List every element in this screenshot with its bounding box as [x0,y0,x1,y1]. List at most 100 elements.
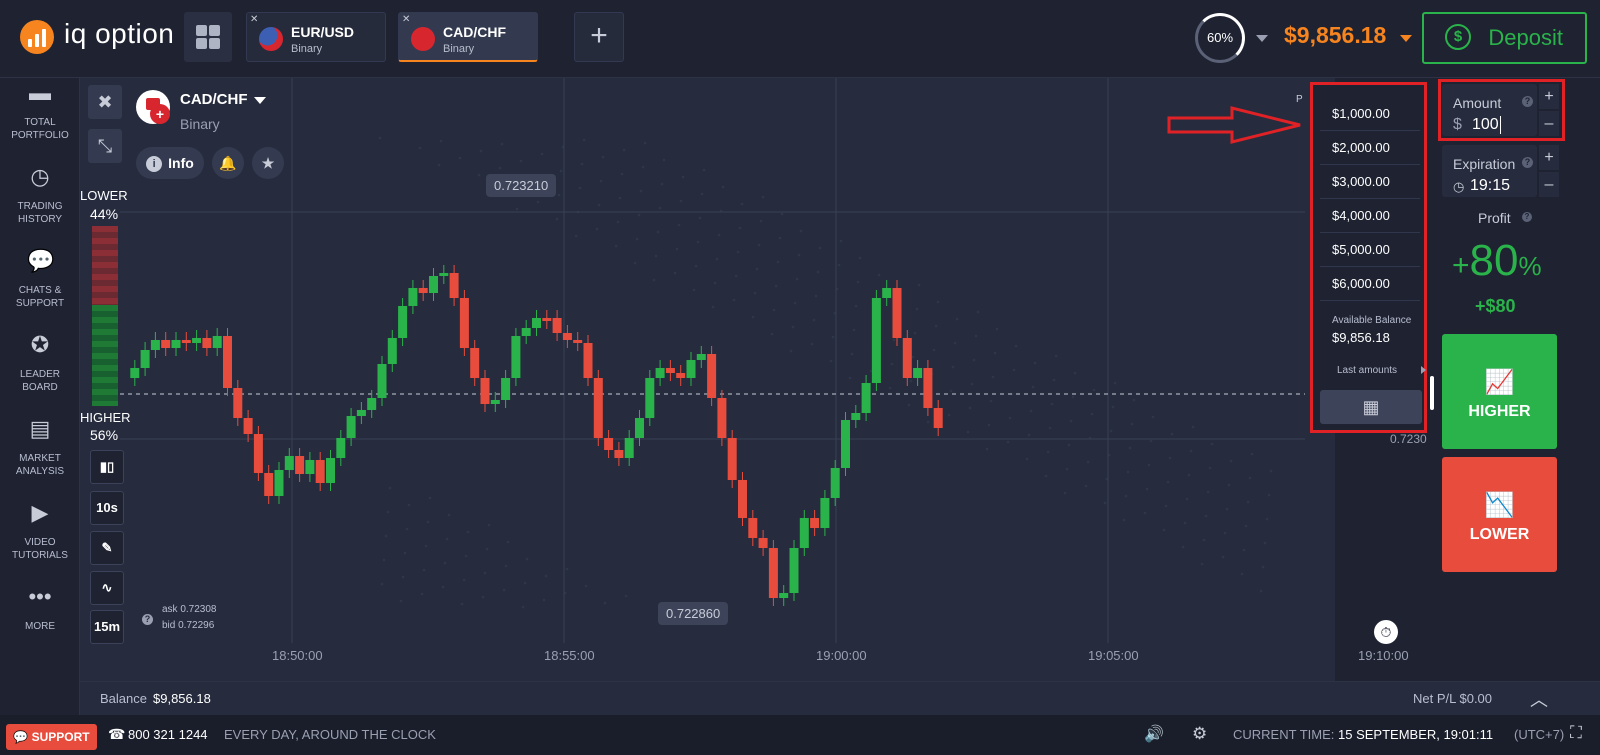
amount-option[interactable]: $3,000.00 [1320,165,1420,199]
sidebar-item-leaderboard[interactable]: ✪ LEADER BOARD [0,332,80,394]
current-time-label: CURRENT TIME: [1233,727,1335,742]
asset-chevron-down-icon[interactable] [254,97,266,104]
candle-body [861,383,871,413]
wave-icon: ∿ [101,580,113,595]
map-dot [770,332,774,336]
map-dot [751,315,755,319]
medal-icon: ✪ [30,332,50,357]
tab-type: Binary [291,43,323,55]
candle-body [367,398,377,410]
help-icon[interactable]: ? [1522,157,1533,168]
map-dot [738,226,742,230]
candle-body [768,548,778,598]
map-dot [1210,442,1214,446]
candle-body [902,338,912,378]
expiration-increase-button[interactable]: + [1539,145,1559,170]
profit-label: Profit [1478,210,1511,226]
minimize-chart-button[interactable]: ⤡ [88,129,122,163]
sidebar-item-market-analysis[interactable]: ▤ MARKET ANALYSIS [0,418,80,478]
asset-name[interactable]: CAD/CHF [180,91,248,108]
chevron-up-icon[interactable]: ︿ [1530,686,1548,712]
map-dot [679,199,683,203]
map-dot [789,349,793,353]
map-dot [1052,378,1056,382]
grid-icon [196,25,207,36]
amount-option[interactable]: $5,000.00 [1320,233,1420,267]
sidebar-item-history[interactable]: ◷ TRADING HISTORY [0,166,80,226]
balance-chevron-down-icon[interactable] [1400,35,1412,42]
timeframe-button[interactable]: 10s [90,491,124,525]
map-dot [772,308,776,312]
map-dot [614,244,618,248]
map-dot [715,257,719,261]
time-axis-label: 18:50:00 [272,648,323,663]
map-dot [382,558,386,562]
candle-body [439,273,449,276]
plus-icon: + [1544,149,1554,166]
map-dot [702,168,706,172]
draw-tools-button[interactable]: ✎ [90,531,124,565]
map-dot [1162,528,1166,532]
close-tab-icon[interactable]: ✕ [402,14,410,25]
map-dot [500,142,504,146]
map-dot [877,273,881,277]
current-price-axis-label: 0.7230 [1390,432,1427,446]
speaker-icon[interactable]: 🔊 [1144,724,1164,744]
map-dot [907,403,911,407]
amount-option[interactable]: $6,000.00 [1320,267,1420,301]
map-dot [462,578,466,582]
expiration-field[interactable]: Expiration ? ◷ 19:15 [1442,145,1537,197]
last-amounts-link[interactable]: Last amounts [1337,365,1397,376]
fullscreen-icon[interactable]: ⛶ [1570,723,1582,743]
chevron-down-icon[interactable] [1256,35,1268,42]
support-phone[interactable]: 800 321 1244 [128,727,208,742]
chart-type-button[interactable]: ▮▯ [90,450,124,484]
map-dot [993,351,997,355]
quote-help-icon[interactable]: ? [142,614,153,625]
expiration-decrease-button[interactable]: – [1539,172,1559,197]
period-button[interactable]: 15m [90,610,124,644]
amount-option[interactable]: $2,000.00 [1320,131,1420,165]
map-dot [1033,361,1037,365]
indicators-button[interactable]: ∿ [90,571,124,605]
sidebar-item-chat[interactable]: 💬 CHATS & SUPPORT [0,250,80,310]
map-dot [428,496,432,500]
close-chart-button[interactable]: ✖ [88,85,122,119]
sidebar-item-more[interactable]: ••• MORE [0,586,80,633]
map-dot [506,540,510,544]
sidebar-item-portfolio[interactable]: ▬ TOTAL PORTFOLIO [0,82,80,142]
available-balance-value[interactable]: $9,856.18 [1332,330,1390,345]
expiration-value[interactable]: 19:15 [1470,177,1510,195]
map-dot [656,230,660,234]
sidebar-item-video[interactable]: ▶ VIDEO TUTORIALS [0,502,80,562]
header-balance[interactable]: $9,856.18 [1284,22,1386,49]
map-dot [936,300,940,304]
amount-option[interactable]: $4,000.00 [1320,199,1420,233]
lower-button[interactable]: 📉 LOWER [1442,457,1557,572]
candle-body [326,458,335,483]
calculator-button[interactable]: ▦ [1320,390,1422,424]
alerts-button[interactable]: 🔔 [212,147,244,179]
sidebar-item-label: LEADER [19,369,60,380]
map-dot [761,195,765,199]
higher-button[interactable]: 📈 HIGHER [1442,334,1557,449]
support-button[interactable]: 💬 SUPPORT [6,724,97,750]
settings-gear-icon[interactable]: ⚙ [1192,724,1207,744]
info-button[interactable]: i Info [136,147,204,179]
asset-grid-button[interactable] [184,12,232,62]
tab-eurusd[interactable]: ✕ EUR/USD Binary [246,12,386,62]
map-dot [1263,541,1267,545]
tab-cadchf[interactable]: ✕ CAD/CHF Binary [398,12,538,62]
add-asset-button[interactable]: + [574,12,624,62]
map-dot [1242,548,1246,552]
close-tab-icon[interactable]: ✕ [250,14,258,25]
map-dot [890,362,894,366]
amount-option[interactable]: $1,000.00 [1320,97,1420,131]
candle-body [913,368,923,378]
map-dot [620,172,624,176]
help-icon[interactable]: ? [1522,212,1532,222]
map-dot [793,301,797,305]
favorite-button[interactable]: ★ [252,147,284,179]
map-dot [759,219,763,223]
map-dot [1090,412,1094,416]
